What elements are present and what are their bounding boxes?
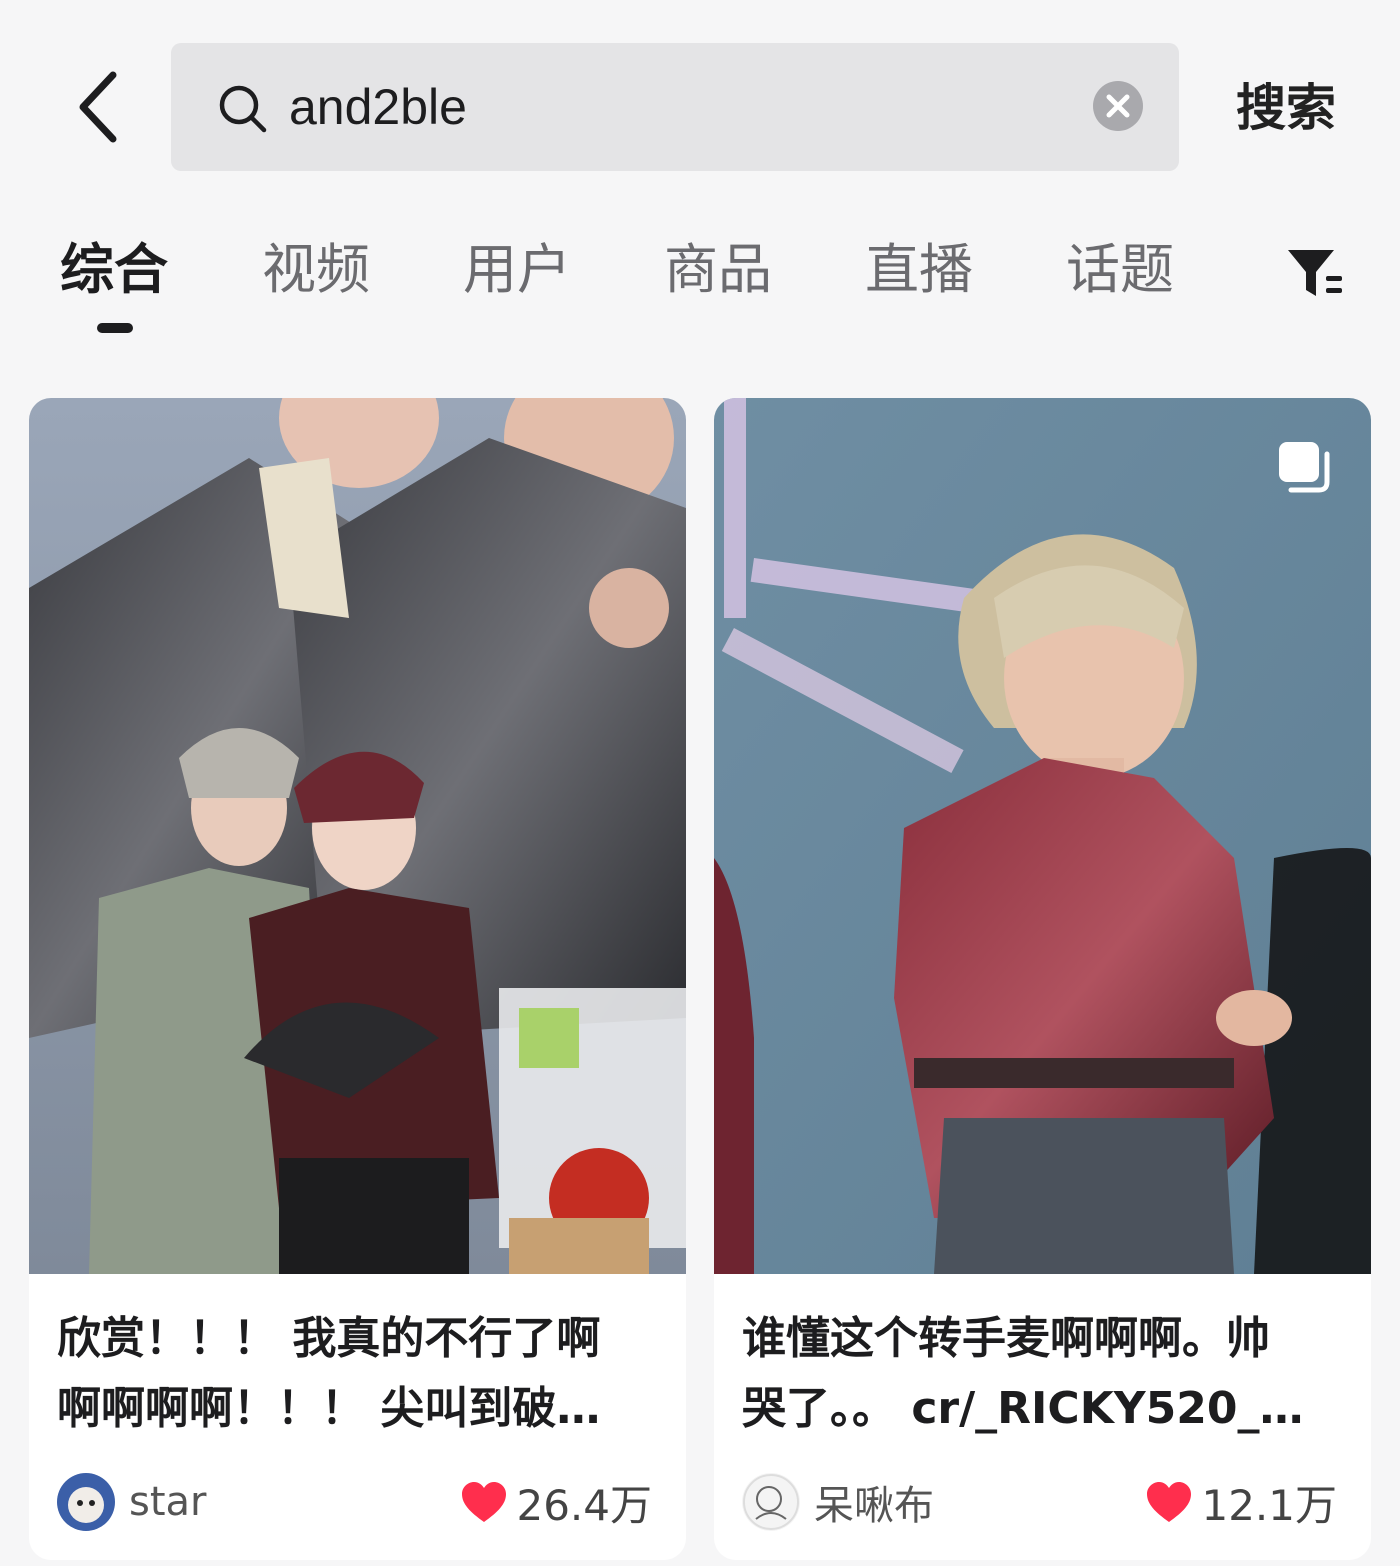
note-title-line-1: 欣赏！！！ 我真的不行了啊 [57,1313,601,1364]
search-box[interactable] [171,43,1179,171]
back-button[interactable] [58,62,138,152]
note-title: 谁懂这个转手麦啊啊啊。帅 哭了。。 cr/_RICKY520_… [742,1304,1342,1444]
like-button[interactable]: 12.1万 [1145,1470,1337,1534]
heart-icon [462,1482,507,1522]
author-name[interactable]: star [129,1479,206,1525]
heart-icon [1147,1482,1192,1522]
note-card[interactable]: 谁懂这个转手麦啊啊啊。帅 哭了。。 cr/_RICKY520_… 呆啾布 12.… [714,398,1371,1560]
tab-products[interactable]: 商品 [664,230,772,310]
like-count: 12.1万 [1201,1480,1337,1530]
multi-image-icon [1279,442,1330,493]
author-info[interactable]: star [57,1470,206,1534]
tab-live[interactable]: 直播 [865,230,973,310]
tab-video[interactable]: 视频 [262,230,370,310]
tab-topics[interactable]: 话题 [1066,230,1174,310]
note-title-line-2: 哭了。。 cr/_RICKY520_… [742,1383,1304,1434]
clear-circle-icon [1106,94,1130,118]
chevron-left-icon [79,71,117,143]
tab-comprehensive[interactable]: 综合 [60,230,168,310]
avatar[interactable] [57,1473,115,1531]
search-input[interactable] [289,67,1069,147]
search-header: 搜索 [0,0,1400,190]
like-count: 26.4万 [516,1480,652,1530]
note-card[interactable]: 欣赏！！！ 我真的不行了啊 啊啊啊啊！！！ 尖叫到破… star 26.4万 [29,398,686,1560]
filter-button[interactable] [1284,232,1348,310]
like-button[interactable]: 26.4万 [460,1470,652,1534]
avatar[interactable] [742,1473,800,1531]
search-icon [219,85,267,133]
note-title-line-1: 谁懂这个转手麦啊啊啊。帅 [742,1313,1270,1364]
category-tabs: 综合 视频 用户 商品 直播 话题 [0,220,1400,350]
note-cover-image[interactable] [29,398,686,1274]
author-name[interactable]: 呆啾布 [814,1473,934,1531]
filter-icon [1288,250,1342,296]
note-cover-image[interactable] [714,398,1371,1274]
clear-search-button[interactable] [1093,81,1143,131]
note-title-line-2: 啊啊啊啊！！！ 尖叫到破… [57,1383,601,1434]
author-info[interactable]: 呆啾布 [742,1470,934,1534]
tab-users[interactable]: 用户 [463,230,571,310]
search-submit-button[interactable]: 搜索 [1236,68,1336,148]
active-tab-indicator [97,323,133,333]
note-title: 欣赏！！！ 我真的不行了啊 啊啊啊啊！！！ 尖叫到破… [57,1304,657,1444]
